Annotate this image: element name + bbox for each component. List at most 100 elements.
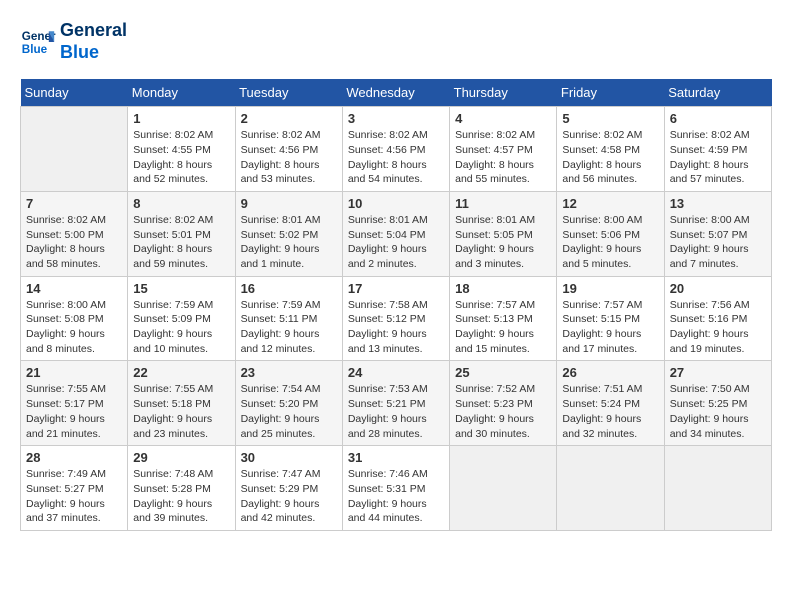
day-info: Sunrise: 8:01 AMSunset: 5:04 PMDaylight:… [348, 213, 444, 272]
svg-text:Blue: Blue [22, 42, 48, 55]
day-number: 26 [562, 365, 658, 380]
day-info: Sunrise: 8:00 AMSunset: 5:06 PMDaylight:… [562, 213, 658, 272]
calendar-cell: 26 Sunrise: 7:51 AMSunset: 5:24 PMDayligh… [557, 361, 664, 446]
day-info: Sunrise: 8:02 AMSunset: 4:56 PMDaylight:… [241, 128, 337, 187]
calendar-cell [21, 107, 128, 192]
calendar-cell: 13 Sunrise: 8:00 AMSunset: 5:07 PMDayligh… [664, 191, 771, 276]
week-row-4: 21Sunrise: 7:55 AMSunset: 5:17 PMDayligh… [21, 361, 772, 446]
logo-text: General Blue [60, 20, 127, 63]
calendar-cell: 14Sunrise: 8:00 AMSunset: 5:08 PMDayligh… [21, 276, 128, 361]
day-number: 1 [133, 111, 229, 126]
day-info: Sunrise: 7:54 AMSunset: 5:20 PMDaylight:… [241, 382, 337, 441]
day-number: 2 [241, 111, 337, 126]
day-info: Sunrise: 7:59 AMSunset: 5:11 PMDaylight:… [241, 298, 337, 357]
weekday-header-thursday: Thursday [450, 79, 557, 107]
day-info: Sunrise: 7:48 AMSunset: 5:28 PMDaylight:… [133, 467, 229, 526]
calendar-cell: 29 Sunrise: 7:48 AMSunset: 5:28 PMDayligh… [128, 446, 235, 531]
day-info: Sunrise: 7:53 AMSunset: 5:21 PMDaylight:… [348, 382, 444, 441]
day-info: Sunrise: 7:50 AMSunset: 5:25 PMDaylight:… [670, 382, 766, 441]
calendar-cell: 2 Sunrise: 8:02 AMSunset: 4:56 PMDaylight… [235, 107, 342, 192]
day-number: 5 [562, 111, 658, 126]
calendar-cell: 17 Sunrise: 7:58 AMSunset: 5:12 PMDayligh… [342, 276, 449, 361]
day-number: 30 [241, 450, 337, 465]
day-number: 28 [26, 450, 122, 465]
weekday-header-row: SundayMondayTuesdayWednesdayThursdayFrid… [21, 79, 772, 107]
calendar-cell: 9 Sunrise: 8:01 AMSunset: 5:02 PMDaylight… [235, 191, 342, 276]
day-number: 13 [670, 196, 766, 211]
day-number: 6 [670, 111, 766, 126]
day-number: 20 [670, 281, 766, 296]
day-number: 12 [562, 196, 658, 211]
calendar-cell: 19 Sunrise: 7:57 AMSunset: 5:15 PMDayligh… [557, 276, 664, 361]
day-number: 4 [455, 111, 551, 126]
calendar-cell: 25 Sunrise: 7:52 AMSunset: 5:23 PMDayligh… [450, 361, 557, 446]
day-info: Sunrise: 8:02 AMSunset: 5:00 PMDaylight:… [26, 213, 122, 272]
day-number: 15 [133, 281, 229, 296]
logo: General Blue General Blue [20, 20, 127, 63]
day-number: 22 [133, 365, 229, 380]
day-info: Sunrise: 8:01 AMSunset: 5:05 PMDaylight:… [455, 213, 551, 272]
day-info: Sunrise: 8:02 AMSunset: 5:01 PMDaylight:… [133, 213, 229, 272]
calendar-cell: 24Sunrise: 7:53 AMSunset: 5:21 PMDayligh… [342, 361, 449, 446]
calendar-cell: 10 Sunrise: 8:01 AMSunset: 5:04 PMDayligh… [342, 191, 449, 276]
day-number: 17 [348, 281, 444, 296]
calendar-cell: 30 Sunrise: 7:47 AMSunset: 5:29 PMDayligh… [235, 446, 342, 531]
calendar-cell: 21Sunrise: 7:55 AMSunset: 5:17 PMDayligh… [21, 361, 128, 446]
weekday-header-saturday: Saturday [664, 79, 771, 107]
day-info: Sunrise: 7:52 AMSunset: 5:23 PMDaylight:… [455, 382, 551, 441]
day-info: Sunrise: 8:02 AMSunset: 4:58 PMDaylight:… [562, 128, 658, 187]
day-info: Sunrise: 7:46 AMSunset: 5:31 PMDaylight:… [348, 467, 444, 526]
day-info: Sunrise: 7:51 AMSunset: 5:24 PMDaylight:… [562, 382, 658, 441]
day-number: 16 [241, 281, 337, 296]
week-row-3: 14Sunrise: 8:00 AMSunset: 5:08 PMDayligh… [21, 276, 772, 361]
day-info: Sunrise: 7:58 AMSunset: 5:12 PMDaylight:… [348, 298, 444, 357]
weekday-header-sunday: Sunday [21, 79, 128, 107]
day-number: 8 [133, 196, 229, 211]
calendar-table: SundayMondayTuesdayWednesdayThursdayFrid… [20, 79, 772, 531]
week-row-1: 1 Sunrise: 8:02 AMSunset: 4:55 PMDaylight… [21, 107, 772, 192]
day-number: 10 [348, 196, 444, 211]
calendar-cell: 12 Sunrise: 8:00 AMSunset: 5:06 PMDayligh… [557, 191, 664, 276]
day-number: 29 [133, 450, 229, 465]
weekday-header-monday: Monday [128, 79, 235, 107]
day-number: 11 [455, 196, 551, 211]
day-info: Sunrise: 7:47 AMSunset: 5:29 PMDaylight:… [241, 467, 337, 526]
logo-icon: General Blue [20, 24, 56, 60]
day-info: Sunrise: 8:02 AMSunset: 4:57 PMDaylight:… [455, 128, 551, 187]
calendar-cell: 15 Sunrise: 7:59 AMSunset: 5:09 PMDayligh… [128, 276, 235, 361]
week-row-5: 28Sunrise: 7:49 AMSunset: 5:27 PMDayligh… [21, 446, 772, 531]
day-info: Sunrise: 8:00 AMSunset: 5:07 PMDaylight:… [670, 213, 766, 272]
calendar-cell: 4 Sunrise: 8:02 AMSunset: 4:57 PMDaylight… [450, 107, 557, 192]
calendar-cell: 23 Sunrise: 7:54 AMSunset: 5:20 PMDayligh… [235, 361, 342, 446]
calendar-cell: 1 Sunrise: 8:02 AMSunset: 4:55 PMDaylight… [128, 107, 235, 192]
day-info: Sunrise: 7:59 AMSunset: 5:09 PMDaylight:… [133, 298, 229, 357]
day-number: 19 [562, 281, 658, 296]
calendar-cell [664, 446, 771, 531]
day-number: 7 [26, 196, 122, 211]
day-info: Sunrise: 8:01 AMSunset: 5:02 PMDaylight:… [241, 213, 337, 272]
day-info: Sunrise: 8:02 AMSunset: 4:59 PMDaylight:… [670, 128, 766, 187]
day-info: Sunrise: 7:55 AMSunset: 5:18 PMDaylight:… [133, 382, 229, 441]
day-number: 3 [348, 111, 444, 126]
calendar-cell: 8 Sunrise: 8:02 AMSunset: 5:01 PMDaylight… [128, 191, 235, 276]
day-number: 9 [241, 196, 337, 211]
day-info: Sunrise: 8:02 AMSunset: 4:55 PMDaylight:… [133, 128, 229, 187]
day-info: Sunrise: 7:56 AMSunset: 5:16 PMDaylight:… [670, 298, 766, 357]
calendar-cell: 5 Sunrise: 8:02 AMSunset: 4:58 PMDaylight… [557, 107, 664, 192]
day-number: 25 [455, 365, 551, 380]
day-number: 14 [26, 281, 122, 296]
day-number: 23 [241, 365, 337, 380]
weekday-header-wednesday: Wednesday [342, 79, 449, 107]
calendar-cell: 28Sunrise: 7:49 AMSunset: 5:27 PMDayligh… [21, 446, 128, 531]
calendar-cell: 11 Sunrise: 8:01 AMSunset: 5:05 PMDayligh… [450, 191, 557, 276]
day-info: Sunrise: 7:57 AMSunset: 5:15 PMDaylight:… [562, 298, 658, 357]
day-info: Sunrise: 8:02 AMSunset: 4:56 PMDaylight:… [348, 128, 444, 187]
calendar-cell: 3 Sunrise: 8:02 AMSunset: 4:56 PMDaylight… [342, 107, 449, 192]
calendar-cell [557, 446, 664, 531]
weekday-header-tuesday: Tuesday [235, 79, 342, 107]
weekday-header-friday: Friday [557, 79, 664, 107]
calendar-cell: 6 Sunrise: 8:02 AMSunset: 4:59 PMDaylight… [664, 107, 771, 192]
day-number: 18 [455, 281, 551, 296]
calendar-cell [450, 446, 557, 531]
day-number: 27 [670, 365, 766, 380]
